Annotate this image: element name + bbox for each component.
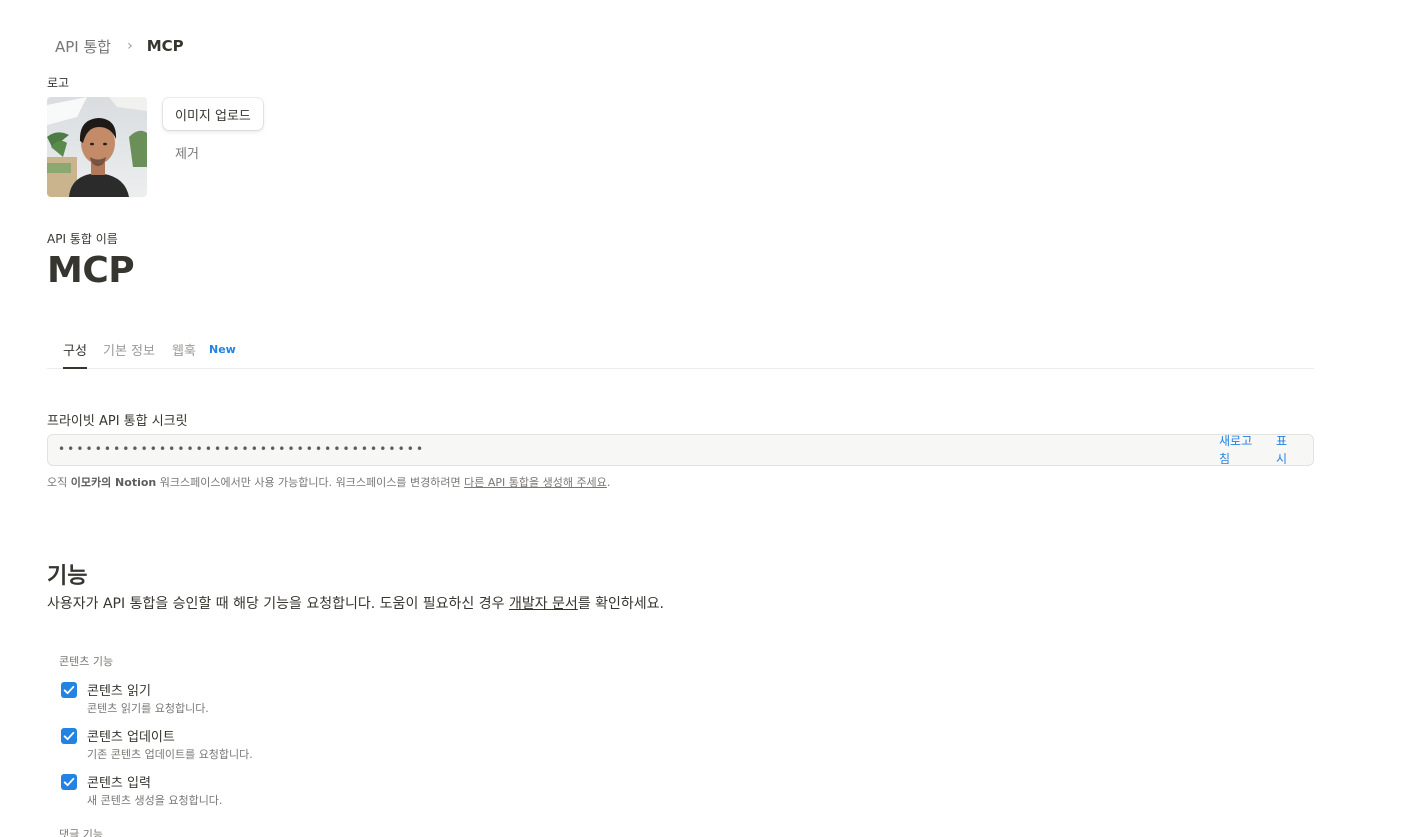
- logo-image: [47, 97, 147, 197]
- comment-capabilities-label: 댓글 기능: [59, 828, 103, 837]
- checkmark-icon: [63, 777, 75, 787]
- avatar: [47, 97, 147, 197]
- note-middle: 워크스페이스에서만 사용 가능합니다. 워크스페이스를 변경하려면: [156, 476, 465, 489]
- note-suffix: .: [606, 476, 611, 489]
- workspace-note: 오직 이모카의 Notion 워크스페이스에서만 사용 가능합니다. 워크스페이…: [47, 474, 610, 490]
- refresh-label-line2: 침: [1219, 452, 1231, 466]
- content-capabilities-label: 콘텐츠 기능: [59, 655, 114, 668]
- tab-configuration[interactable]: 구성: [63, 340, 87, 369]
- upload-image-button[interactable]: 이미지 업로드: [163, 98, 263, 130]
- remove-image-button[interactable]: 제거: [175, 143, 199, 162]
- new-badge: New: [209, 343, 236, 356]
- breadcrumb: API 통합 › MCP: [55, 34, 184, 58]
- capabilities-title: 기능: [47, 564, 88, 589]
- tab-bar: 구성 기본 정보 웹훅 New: [47, 336, 1314, 369]
- checkmark-icon: [63, 685, 75, 695]
- capability-description: 기존 콘텐츠 업데이트를 요청합니다.: [87, 748, 253, 761]
- capability-title: 콘텐츠 입력: [87, 776, 151, 791]
- capability-title: 콘텐츠 읽기: [87, 684, 151, 699]
- refresh-label-line1: 새로고: [1219, 434, 1253, 448]
- show-secret-button[interactable]: 표 시: [1276, 432, 1290, 468]
- workspace-name: 이모카의 Notion: [70, 476, 157, 489]
- refresh-secret-button[interactable]: 새로고 침: [1219, 432, 1259, 468]
- secret-field[interactable]: ••••••••••••••••••••••••••••••••••••••••…: [47, 434, 1314, 466]
- read-content-checkbox[interactable]: [61, 682, 77, 698]
- integration-settings-page: API 통합 › MCP 로고 이미지 업로드 제거 API 통합 이름 MCP…: [0, 0, 1407, 837]
- show-label-line1: 표: [1276, 434, 1288, 448]
- checkmark-icon: [63, 731, 75, 741]
- breadcrumb-parent-link[interactable]: API 통합: [55, 36, 111, 57]
- insert-content-checkbox[interactable]: [61, 774, 77, 790]
- integration-name-field[interactable]: MCP: [47, 250, 135, 291]
- desc-suffix: 를 확인하세요.: [577, 596, 664, 612]
- update-content-checkbox[interactable]: [61, 728, 77, 744]
- desc-prefix: 사용자가 API 통합을 승인할 때 해당 기능을 요청합니다. 도움이 필요하…: [47, 596, 509, 612]
- secret-masked-value: ••••••••••••••••••••••••••••••••••••••••: [58, 442, 426, 456]
- note-prefix: 오직: [47, 476, 71, 489]
- show-label-line2: 시: [1276, 452, 1288, 466]
- developer-docs-link[interactable]: 개발자 문서: [509, 596, 578, 612]
- tab-webhooks[interactable]: 웹훅: [172, 340, 196, 368]
- logo-label: 로고: [47, 76, 70, 90]
- capability-title: 콘텐츠 업데이트: [87, 730, 175, 745]
- chevron-right-icon: ›: [127, 38, 133, 54]
- capability-description: 콘텐츠 읽기를 요청합니다.: [87, 702, 209, 715]
- create-integration-link[interactable]: 다른 API 통합을 생성해 주세요: [464, 476, 607, 489]
- secret-label: 프라이빗 API 통합 시크릿: [47, 414, 188, 429]
- integration-name-label: API 통합 이름: [47, 232, 118, 246]
- capability-description: 새 콘텐츠 생성을 요청합니다.: [87, 794, 223, 807]
- tab-basic-info[interactable]: 기본 정보: [103, 340, 155, 368]
- breadcrumb-current: MCP: [146, 37, 184, 55]
- capabilities-description: 사용자가 API 통합을 승인할 때 해당 기능을 요청합니다. 도움이 필요하…: [47, 593, 664, 613]
